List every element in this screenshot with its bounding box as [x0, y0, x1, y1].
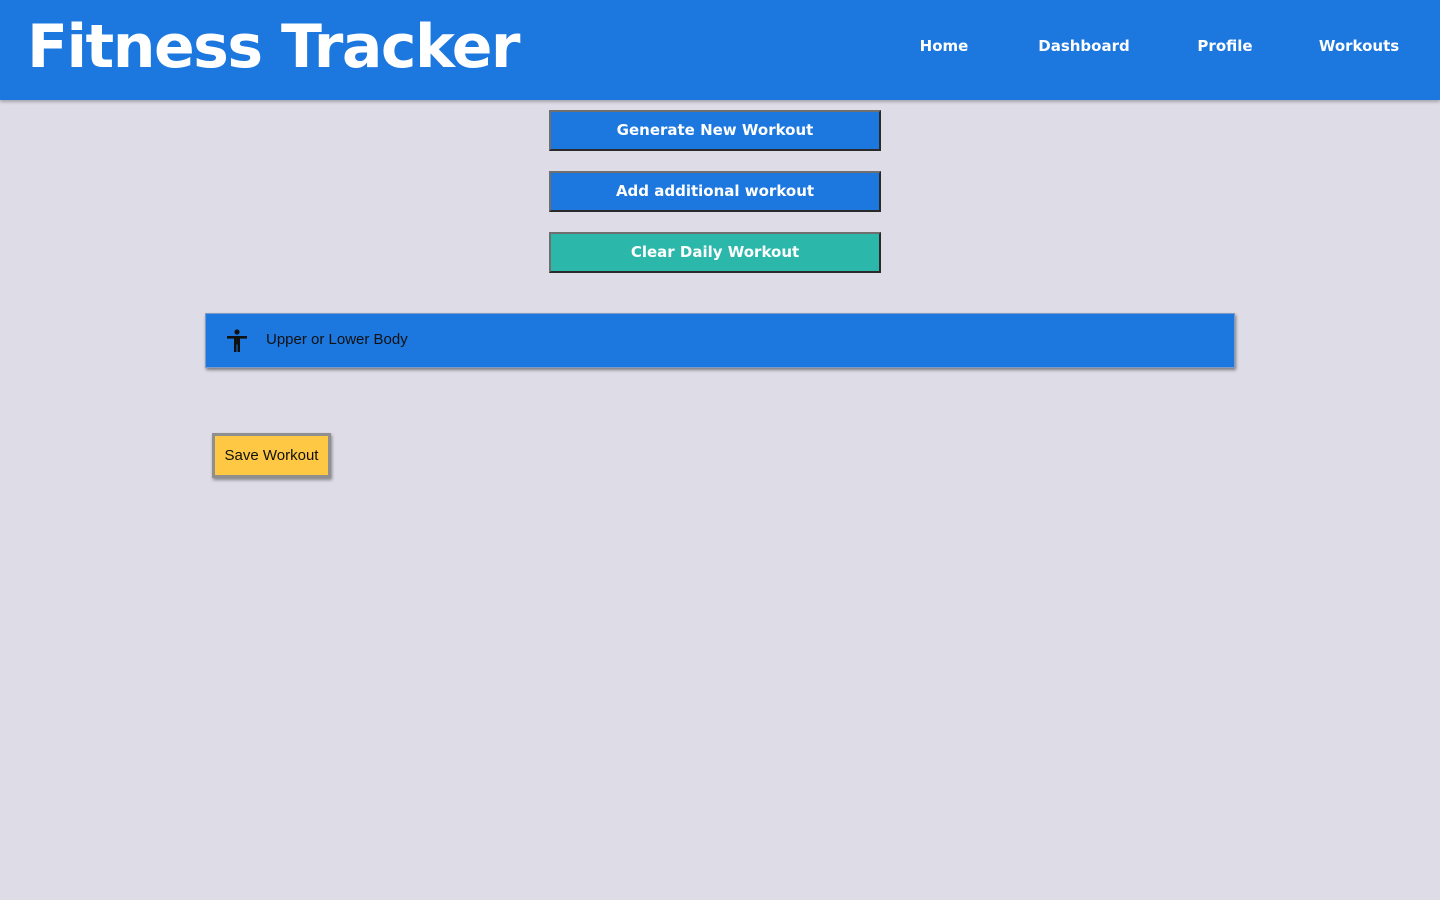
nav-home[interactable]: Home [909, 36, 979, 56]
save-workout-button[interactable]: Save Workout [212, 433, 331, 478]
nav-profile[interactable]: Profile [1190, 36, 1260, 56]
app-header: Fitness Tracker Home Dashboard Profile W… [0, 0, 1440, 100]
nav-workouts[interactable]: Workouts [1314, 36, 1404, 56]
accessibility-icon [226, 329, 248, 353]
workout-label: Upper or Lower Body [266, 331, 408, 348]
generate-workout-button[interactable]: Generate New Workout [549, 110, 881, 151]
clear-workout-button[interactable]: Clear Daily Workout [549, 232, 881, 273]
add-workout-button[interactable]: Add additional workout [549, 171, 881, 212]
app-title: Fitness Tracker [27, 12, 521, 82]
workout-item[interactable]: Upper or Lower Body [205, 313, 1235, 368]
nav-dashboard[interactable]: Dashboard [1034, 36, 1134, 56]
